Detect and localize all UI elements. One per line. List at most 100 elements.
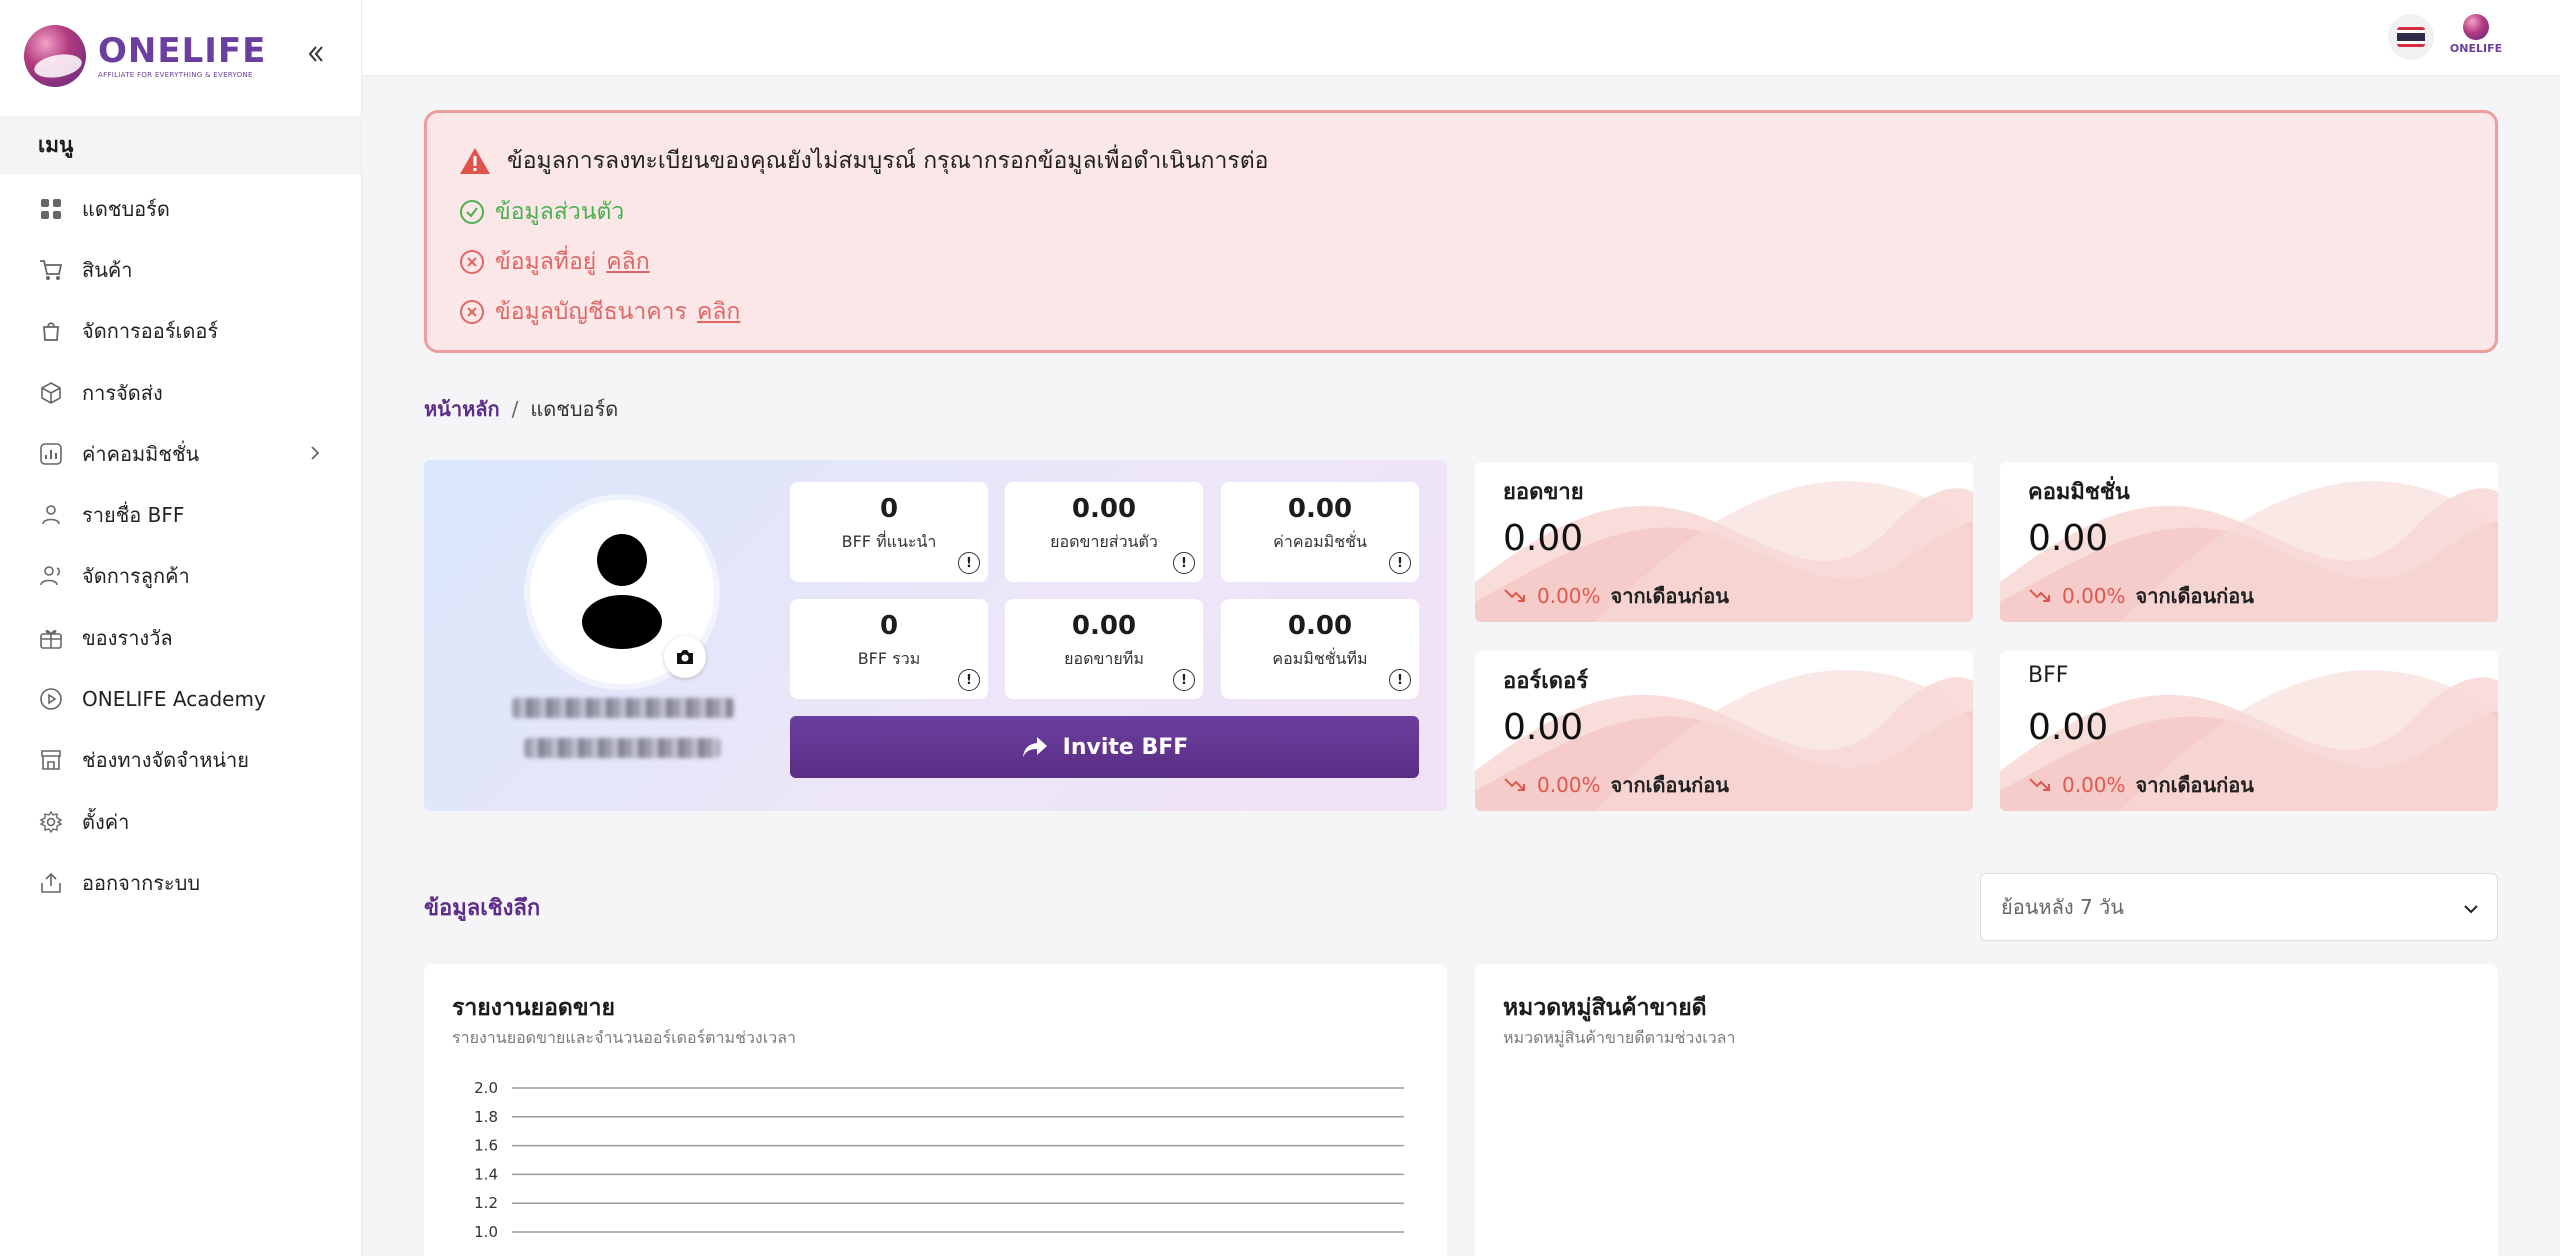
- brand-mark-icon: [24, 25, 86, 87]
- breadcrumb-current: แดชบอร์ด: [530, 397, 619, 421]
- bag-icon: [38, 318, 64, 344]
- language-button[interactable]: [2388, 14, 2434, 60]
- sidebar-item-label: ค่าคอมมิชชั่น: [82, 441, 200, 466]
- brand-mark-icon: [2463, 14, 2489, 40]
- trend-down-icon: [2029, 589, 2050, 602]
- info-icon[interactable]: !: [1389, 552, 1411, 574]
- box-icon: [38, 380, 64, 406]
- kpi-percent: 0.00%: [2062, 773, 2126, 797]
- users-icon: [38, 502, 64, 528]
- kpi-title: คอมมิชชั่น: [2028, 480, 2130, 505]
- alert-address-info: ข้อมูลที่อยู่: [495, 249, 597, 275]
- kpi-percent: 0.00%: [1537, 584, 1601, 608]
- address-click-link[interactable]: คลิก: [606, 244, 649, 280]
- sidebar-item-dashboard[interactable]: แดชบอร์ด: [0, 178, 361, 239]
- sidebar-item-bff-list[interactable]: รายชื่อ BFF: [0, 484, 361, 545]
- thai-flag-icon: [2397, 27, 2425, 47]
- trend-down-icon: [2029, 778, 2050, 791]
- chart-icon: [38, 441, 64, 467]
- blurred-user-name: [512, 698, 734, 718]
- sidebar-item-customers[interactable]: จัดการลูกค้า: [0, 546, 361, 607]
- warning-icon: [460, 148, 490, 174]
- alert-bank-info: ข้อมูลบัญชีธนาคาร: [495, 299, 687, 325]
- profile-logo[interactable]: ONELIFE: [2446, 14, 2506, 60]
- sidebar-item-products[interactable]: สินค้า: [0, 239, 361, 300]
- sidebar-item-label: แดชบอร์ด: [82, 196, 170, 221]
- info-icon[interactable]: !: [958, 669, 980, 691]
- sidebar-item-settings[interactable]: ตั้งค่า: [0, 791, 361, 852]
- info-icon[interactable]: !: [1173, 552, 1195, 574]
- share-arrow-icon: [1022, 737, 1047, 757]
- change-avatar-button[interactable]: [664, 636, 706, 678]
- play-icon: [38, 686, 64, 712]
- sidebar-item-label: ONELIFE Academy: [82, 687, 266, 712]
- stat-team-commission: 0.00 คอมมิชชั่นทีม !: [1221, 599, 1419, 699]
- sidebar-item-label: สินค้า: [82, 257, 133, 282]
- trend-down-icon: [1504, 778, 1525, 791]
- trend-down-icon: [1504, 589, 1525, 602]
- user-icon: [38, 563, 64, 589]
- menu-header: เมนู: [0, 116, 361, 174]
- kpi-delta-text: จากเดือนก่อน: [1610, 584, 1729, 608]
- date-range-value: ย้อนหลัง 7 วัน: [2001, 895, 2124, 919]
- breadcrumb-home[interactable]: หน้าหลัก: [424, 393, 500, 425]
- kpi-amount: 0.00: [1503, 518, 1584, 559]
- profile-panel: 0 BFF ที่แนะนำ ! 0.00 ยอดขายส่วนตัว ! 0.…: [424, 460, 1447, 811]
- sidebar-item-label: ของรางวัล: [82, 625, 173, 650]
- collapse-sidebar-button[interactable]: [302, 40, 330, 68]
- top-categories-card: หมวดหมู่สินค้าขายดี หมวดหมู่สินค้าขายดีต…: [1475, 964, 2498, 1256]
- kpi-commission: คอมมิชชั่น 0.00 0.00% จากเดือนก่อน: [2000, 462, 2498, 622]
- y-tick-label: 1.6: [474, 1137, 498, 1155]
- kpi-title: ออร์เดอร์: [1503, 669, 1589, 694]
- breadcrumb-separator: /: [511, 397, 519, 421]
- grid-icon: [38, 196, 64, 222]
- sidebar-item-logout[interactable]: ออกจากระบบ: [0, 852, 361, 913]
- kpi-orders: ออร์เดอร์ 0.00 0.00% จากเดือนก่อน: [1475, 651, 1973, 811]
- top-categories-subtitle: หมวดหมู่สินค้าขายดีตามช่วงเวลา: [1503, 1028, 1736, 1047]
- chevron-down-icon: [2463, 895, 2479, 919]
- mini-logo-text: ONELIFE: [2449, 42, 2503, 55]
- brand-tagline: AFFILIATE FOR EVERYTHING & EVERYONE: [98, 70, 253, 79]
- brand-name: ONELIFE: [98, 30, 267, 71]
- sidebar-item-commission[interactable]: ค่าคอมมิชชั่น: [0, 423, 361, 484]
- sidebar-item-rewards[interactable]: ของรางวัล: [0, 607, 361, 668]
- store-icon: [38, 747, 64, 773]
- sidebar-item-orders[interactable]: จัดการออร์เดอร์: [0, 301, 361, 362]
- stat-bff-referred: 0 BFF ที่แนะนำ !: [790, 482, 988, 582]
- chevron-right-icon: [309, 442, 321, 466]
- kpi-delta-text: จากเดือนก่อน: [2135, 773, 2254, 797]
- invite-bff-button[interactable]: Invite BFF: [790, 716, 1419, 778]
- stat-personal-sales: 0.00 ยอดขายส่วนตัว !: [1005, 482, 1203, 582]
- invite-bff-label: Invite BFF: [1062, 734, 1189, 760]
- topbar: [362, 0, 2560, 76]
- info-icon[interactable]: !: [1389, 669, 1411, 691]
- sidebar-item-label: ออกจากระบบ: [82, 870, 201, 895]
- kpi-title: ยอดขาย: [1503, 480, 1584, 505]
- insights-title: ข้อมูลเชิงลึก: [424, 896, 541, 921]
- sales-report-card: รายงานยอดขาย รายงานยอดขายและจำนวนออร์เดอ…: [424, 964, 1447, 1256]
- registration-alert: ข้อมูลการลงทะเบียนของคุณยังไม่สมบูรณ์ กร…: [424, 110, 2498, 353]
- blurred-user-id: [524, 738, 720, 758]
- kpi-delta-text: จากเดือนก่อน: [2135, 584, 2254, 608]
- kpi-percent: 0.00%: [2062, 584, 2126, 608]
- camera-icon: [677, 650, 693, 664]
- sidebar-item-academy[interactable]: ONELIFE Academy: [0, 668, 361, 729]
- sidebar-item-label: ช่องทางจัดจำหน่าย: [82, 748, 249, 773]
- gift-icon: [38, 625, 64, 651]
- bank-click-link[interactable]: คลิก: [697, 294, 740, 330]
- date-range-select[interactable]: ย้อนหลัง 7 วัน: [1980, 873, 2498, 941]
- kpi-bff: BFF 0.00 0.00% จากเดือนก่อน: [2000, 651, 2498, 811]
- breadcrumb: หน้าหลัก / แดชบอร์ด: [424, 393, 618, 425]
- brand-logo[interactable]: ONELIFE AFFILIATE FOR EVERYTHING & EVERY…: [24, 24, 266, 88]
- info-icon[interactable]: !: [958, 552, 980, 574]
- sidebar: ONELIFE AFFILIATE FOR EVERYTHING & EVERY…: [0, 0, 362, 1256]
- sidebar-item-label: ตั้งค่า: [82, 809, 130, 834]
- sidebar-nav: แดชบอร์ด สินค้า จัดการออร์เดอร์ การจัดส่…: [0, 178, 361, 914]
- sidebar-item-shipping[interactable]: การจัดส่ง: [0, 362, 361, 423]
- alert-title: ข้อมูลการลงทะเบียนของคุณยังไม่สมบูรณ์ กร…: [507, 148, 1269, 174]
- sidebar-item-label: รายชื่อ BFF: [82, 503, 185, 528]
- sidebar-item-channels[interactable]: ช่องทางจัดจำหน่าย: [0, 730, 361, 791]
- info-icon[interactable]: !: [1173, 669, 1195, 691]
- sidebar-item-label: การจัดส่ง: [82, 380, 163, 405]
- kpi-delta-text: จากเดือนก่อน: [1610, 773, 1729, 797]
